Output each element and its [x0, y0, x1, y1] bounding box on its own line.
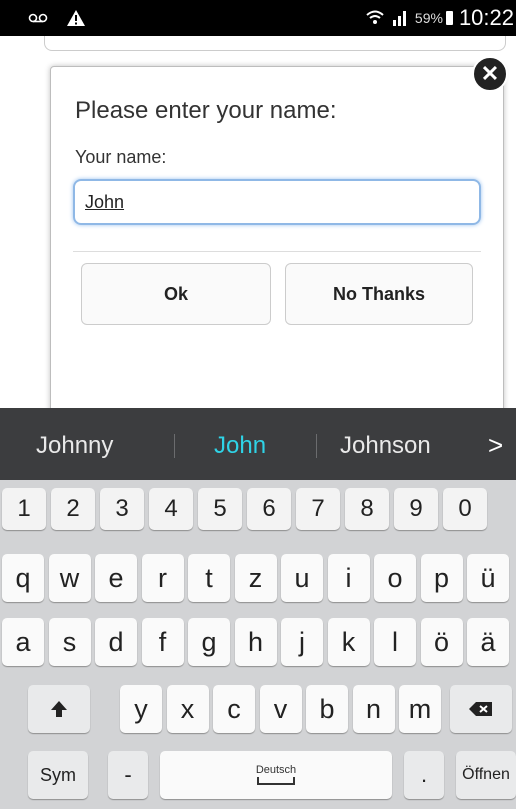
letter-key[interactable]: b [306, 685, 348, 733]
letter-key[interactable]: t [188, 554, 230, 602]
suggestion-divider [316, 434, 317, 458]
letter-key[interactable]: j [281, 618, 323, 666]
letter-key[interactable]: s [48, 618, 91, 666]
letter-key[interactable]: u [281, 554, 323, 602]
clock: 10:22 [458, 5, 514, 30]
close-icon: ✕ [480, 61, 500, 86]
battery-status: 59% [415, 10, 453, 26]
letter-key[interactable]: m [399, 685, 441, 733]
background-page [44, 36, 506, 51]
letter-key[interactable]: l [374, 618, 416, 666]
ok-button[interactable]: Ok [81, 263, 271, 325]
letter-key[interactable]: ü [467, 554, 509, 602]
number-key[interactable]: 0 [443, 488, 487, 530]
number-key[interactable]: 6 [247, 488, 291, 530]
letter-key[interactable]: z [234, 554, 277, 602]
minus-key[interactable]: - [108, 751, 148, 799]
letter-key[interactable]: v [259, 685, 302, 733]
chevron-right-icon[interactable]: > [488, 430, 503, 461]
letter-key[interactable]: y [120, 685, 162, 733]
enter-key[interactable]: Öffnen [456, 751, 516, 799]
name-input-value: John [85, 191, 125, 212]
suggestion-bar: Johnny John Johnson > [0, 408, 516, 480]
status-bar: 59% 10:22 [0, 0, 516, 36]
letter-key[interactable]: w [48, 554, 91, 602]
letter-key[interactable]: d [95, 618, 137, 666]
backspace-icon [469, 702, 492, 716]
close-button[interactable]: ✕ [472, 56, 508, 92]
letter-key[interactable]: p [420, 554, 463, 602]
space-label: Deutsch [255, 764, 297, 776]
shift-arrow-icon [51, 701, 67, 717]
letter-key[interactable]: i [327, 554, 370, 602]
battery-percent: 59% [414, 10, 443, 26]
number-key[interactable]: 8 [345, 488, 389, 530]
name-dialog: Please enter your name: Your name: John … [50, 66, 504, 428]
letter-key[interactable]: k [327, 618, 370, 666]
letter-key[interactable]: e [95, 554, 137, 602]
suggestion-divider [174, 434, 175, 458]
number-key[interactable]: 3 [100, 488, 144, 530]
dialog-title: Please enter your name: [75, 97, 337, 124]
letter-key[interactable]: q [2, 554, 44, 602]
suggestion-item[interactable]: Johnson [340, 432, 431, 460]
shift-key[interactable] [28, 685, 90, 733]
name-input[interactable]: John [73, 179, 481, 225]
signal-icon [392, 11, 406, 26]
number-key[interactable]: 2 [51, 488, 95, 530]
letter-key[interactable]: f [141, 618, 184, 666]
on-screen-keyboard: Johnny John Johnson > Sym - Deutsch . Öf… [0, 408, 516, 809]
space-key[interactable]: Deutsch [160, 751, 392, 799]
no-thanks-button[interactable]: No Thanks [285, 263, 473, 325]
sym-key[interactable]: Sym [28, 751, 88, 799]
letter-key[interactable]: h [234, 618, 277, 666]
letter-key[interactable]: o [374, 554, 416, 602]
letter-key[interactable]: ö [420, 618, 463, 666]
warning-icon [67, 10, 85, 26]
suggestion-item[interactable]: Johnny [36, 432, 113, 460]
wifi-icon [366, 10, 384, 24]
letter-key[interactable]: r [141, 554, 184, 602]
space-bar-icon [257, 777, 295, 785]
backspace-key[interactable] [450, 685, 512, 733]
letter-key[interactable]: g [188, 618, 230, 666]
letter-key[interactable]: a [2, 618, 44, 666]
period-key[interactable]: . [404, 751, 444, 799]
letter-key[interactable]: x [166, 685, 209, 733]
voicemail-icon [28, 13, 48, 23]
number-key[interactable]: 1 [2, 488, 46, 530]
number-key[interactable]: 9 [394, 488, 438, 530]
suggestion-item[interactable]: John [214, 432, 266, 460]
number-key[interactable]: 4 [149, 488, 193, 530]
dialog-divider [73, 251, 481, 252]
name-label: Your name: [75, 147, 167, 167]
battery-icon [445, 11, 453, 25]
letter-key[interactable]: n [352, 685, 395, 733]
number-key[interactable]: 7 [296, 488, 340, 530]
number-key[interactable]: 5 [198, 488, 242, 530]
letter-key[interactable]: c [213, 685, 255, 733]
letter-key[interactable]: ä [467, 618, 509, 666]
